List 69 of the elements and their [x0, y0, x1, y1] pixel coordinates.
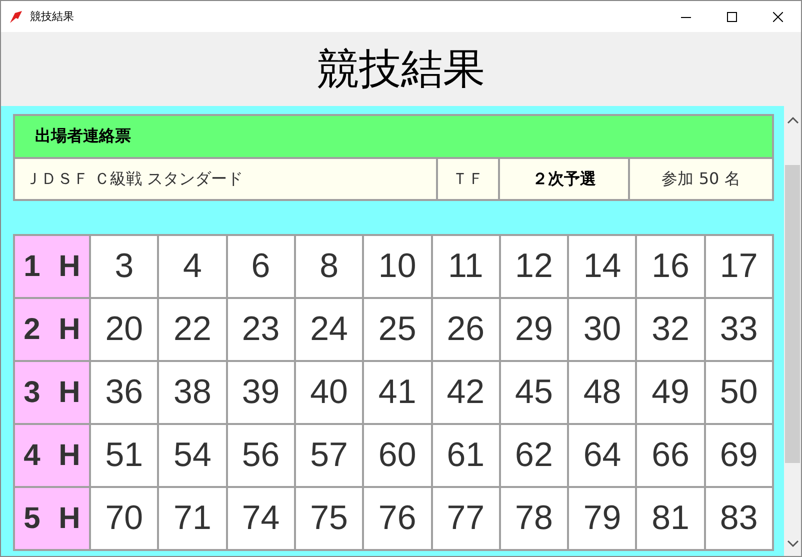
scroll-up-icon[interactable]	[786, 116, 798, 124]
heat-label: 5 H	[15, 488, 89, 549]
window-title: 競技結果	[30, 9, 74, 24]
number-cell: 64	[569, 425, 636, 486]
number-cell: 57	[296, 425, 362, 486]
app-icon	[9, 10, 23, 24]
number-cell: 25	[364, 299, 430, 360]
scroll-down-icon[interactable]	[786, 540, 798, 548]
scrollbar[interactable]	[784, 106, 801, 556]
number-cell: 42	[432, 362, 499, 423]
page-heading: 競技結果	[317, 43, 485, 95]
number-cell: 11	[432, 236, 499, 297]
number-cell: 17	[706, 236, 772, 297]
form-title: 出場者連絡票	[13, 114, 774, 157]
number-cell: 54	[159, 425, 226, 486]
number-cell: 24	[296, 299, 362, 360]
number-cell: 75	[296, 488, 362, 549]
number-cell: 50	[706, 362, 772, 423]
number-cell: 77	[432, 488, 499, 549]
number-cell: 60	[364, 425, 430, 486]
number-cell: 20	[91, 299, 158, 360]
number-cell: 66	[637, 425, 704, 486]
number-cell: 12	[500, 236, 568, 297]
number-cell: 26	[432, 299, 499, 360]
number-cell: 23	[228, 299, 294, 360]
number-cell: 4	[159, 236, 226, 297]
number-cell: 76	[364, 488, 430, 549]
heat-label: 2 H	[15, 299, 89, 360]
number-cell: 79	[569, 488, 636, 549]
number-cell: 3	[91, 236, 158, 297]
heat-label: 1 H	[15, 236, 89, 297]
number-cell: 69	[706, 425, 772, 486]
number-cell: 41	[364, 362, 430, 423]
number-cell: 38	[159, 362, 226, 423]
maximize-icon[interactable]	[727, 12, 737, 22]
number-cell: 74	[228, 488, 294, 549]
number-cell: 32	[637, 299, 704, 360]
event-cell-text: ＪＤＳＦ Ｃ級戦 スタンダード	[24, 168, 244, 190]
code-cell: ＴＦ	[436, 159, 498, 199]
number-cell: 16	[637, 236, 704, 297]
number-cell: 40	[296, 362, 362, 423]
number-cell: 14	[569, 236, 636, 297]
number-cell: 36	[91, 362, 158, 423]
number-cell: 48	[569, 362, 636, 423]
heat-label: 3 H	[15, 362, 89, 423]
number-cell: 49	[637, 362, 704, 423]
number-cell: 39	[228, 362, 294, 423]
number-cell: 45	[500, 362, 568, 423]
number-cell: 70	[91, 488, 158, 549]
number-cell: 51	[91, 425, 158, 486]
scroll-thumb[interactable]	[785, 165, 800, 463]
number-cell: 56	[228, 425, 294, 486]
entries-cell: 参加 50 名	[628, 159, 772, 199]
number-cell: 8	[296, 236, 362, 297]
number-cell: 22	[159, 299, 226, 360]
close-icon[interactable]	[773, 12, 783, 22]
number-cell: 78	[500, 488, 568, 549]
number-cell: 10	[364, 236, 430, 297]
number-cell: 62	[500, 425, 568, 486]
number-cell: 81	[637, 488, 704, 549]
number-cell: 83	[706, 488, 772, 549]
round-cell: ２次予選	[498, 159, 628, 199]
number-cell: 33	[706, 299, 772, 360]
number-cell: 30	[569, 299, 636, 360]
number-cell: 61	[432, 425, 499, 486]
number-cell: 29	[500, 299, 568, 360]
number-cell: 71	[159, 488, 226, 549]
heat-label: 4 H	[15, 425, 89, 486]
number-cell: 6	[228, 236, 294, 297]
